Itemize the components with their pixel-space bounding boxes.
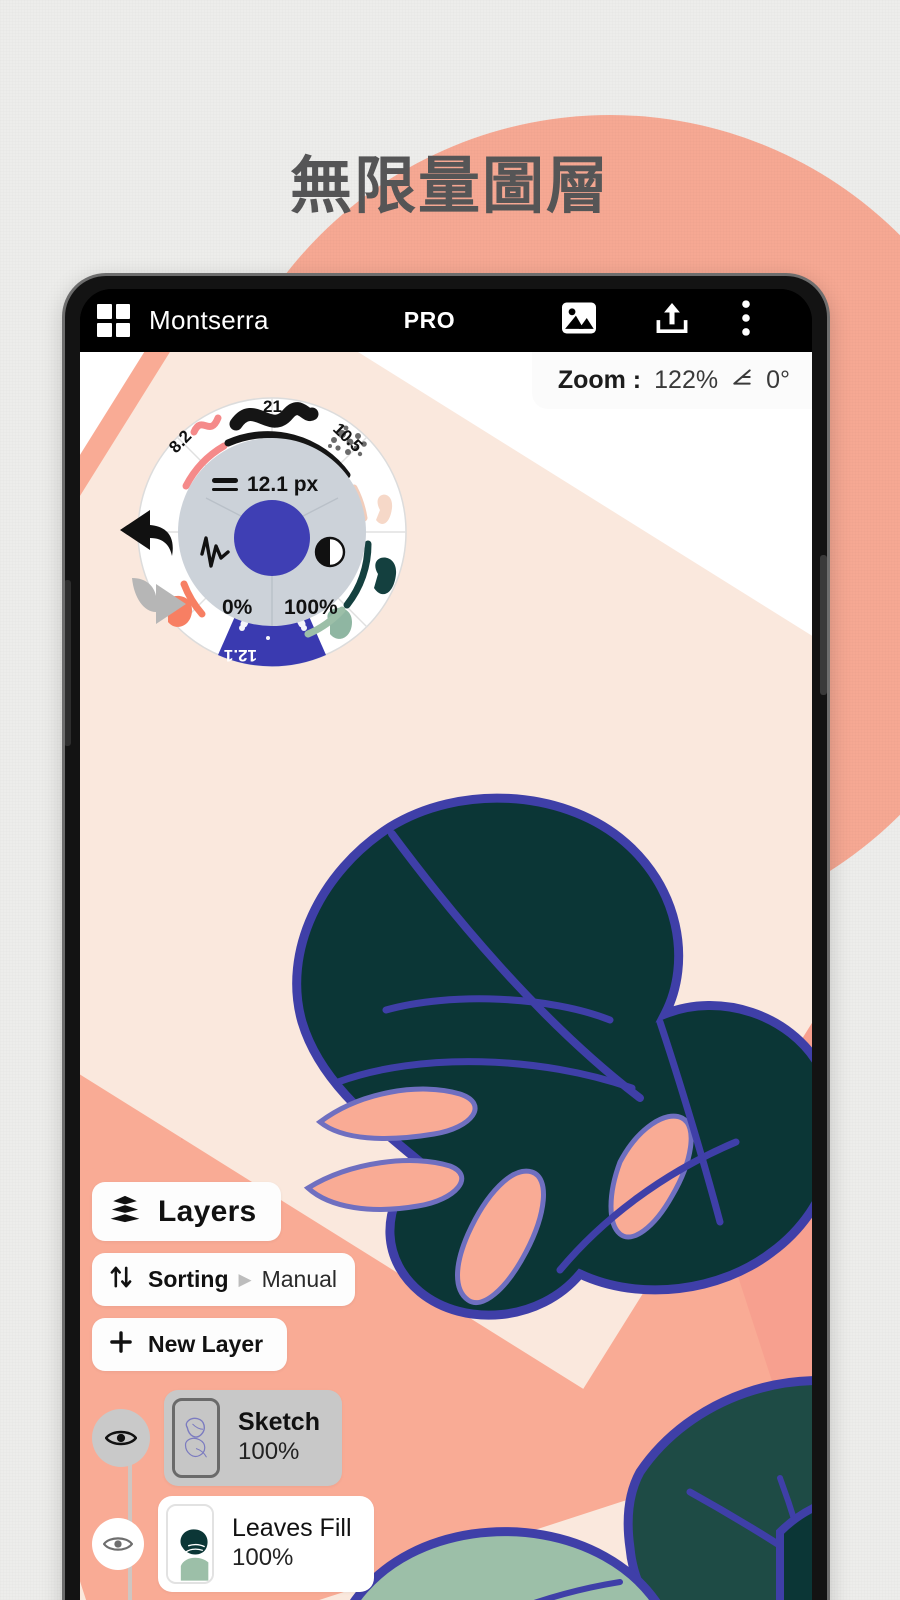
layer-thumbnail	[172, 1397, 220, 1478]
app-toolbar: Montserra PRO	[80, 289, 812, 352]
wheel-label-selected: 12.1	[224, 646, 257, 665]
zoom-value: 122%	[654, 366, 719, 394]
layer-meta: Sketch 100%	[238, 1408, 320, 1468]
grid-menu-icon[interactable]	[97, 304, 130, 337]
brush-wheel[interactable]: 8.2 21 10.5 12.1 12.1 px 0% 100%	[102, 362, 442, 702]
zoom-status-bar[interactable]: Zoom : 122% 0°	[531, 352, 812, 409]
color-swatch-button[interactable]	[234, 500, 310, 576]
layer-card[interactable]: Leaves Fill 100%	[158, 1495, 374, 1592]
layers-panel-header[interactable]: Layers	[92, 1182, 281, 1241]
phone-power-button[interactable]	[820, 555, 827, 695]
layers-panel-title: Layers	[158, 1194, 257, 1228]
zoom-label: Zoom :	[557, 366, 642, 394]
plus-icon	[108, 1329, 134, 1360]
layers-panel: Layers Sorting ▶ Manual New Layer Sketch…	[92, 1182, 412, 1600]
phone-mockup: Montserra PRO Zoom: 122% 0° 8.2 21 10.5…	[62, 273, 830, 1600]
sorting-row[interactable]: Sorting ▶ Manual	[92, 1253, 356, 1306]
sorting-label: Sorting	[148, 1266, 229, 1292]
wheel-label-2: 21	[263, 397, 282, 416]
phone-volume-button[interactable]	[65, 580, 71, 746]
layer-thumbnail	[166, 1503, 214, 1584]
new-layer-label: New Layer	[148, 1331, 264, 1357]
page-title: 無限量圖層	[289, 149, 610, 222]
layer-row[interactable]: Sketch 100%	[92, 1389, 412, 1486]
layer-visibility-toggle[interactable]	[92, 1517, 144, 1570]
rotation-angle-icon	[731, 366, 753, 395]
layer-card[interactable]: Sketch 100%	[164, 1389, 342, 1486]
sorting-value[interactable]: Manual	[262, 1266, 337, 1293]
share-upload-icon[interactable]	[653, 299, 691, 342]
brush-size-label: 12.1 px	[247, 473, 319, 496]
layer-row[interactable]: Leaves Fill 100%	[92, 1495, 412, 1592]
opacity-max-label: 100%	[284, 596, 338, 619]
document-title[interactable]: Montserra	[149, 305, 269, 336]
more-vertical-icon[interactable]	[741, 299, 751, 342]
opacity-min-label: 0%	[222, 596, 253, 619]
new-layer-button[interactable]: New Layer	[92, 1318, 288, 1371]
chevron-right-icon: ▶	[238, 1269, 252, 1289]
pro-badge[interactable]: PRO	[404, 307, 455, 334]
phone-screen: Montserra PRO Zoom: 122% 0° 8.2 21 10.5…	[80, 289, 812, 1600]
layer-name: Leaves Fill	[232, 1513, 352, 1542]
layer-name: Sketch	[238, 1407, 320, 1436]
contrast-icon[interactable]	[314, 536, 346, 568]
layer-visibility-toggle[interactable]	[92, 1408, 150, 1467]
layer-opacity: 100%	[232, 1544, 294, 1572]
layer-meta: Leaves Fill 100%	[232, 1514, 352, 1574]
drawing-canvas[interactable]: Zoom : 122% 0° 8.2 21 10.5 12.1 12.1 px …	[80, 352, 812, 1600]
layer-opacity: 100%	[238, 1438, 300, 1466]
layer-list: Sketch 100% Leaves Fill 100%	[92, 1389, 412, 1600]
layers-stack-icon	[108, 1194, 142, 1229]
image-icon[interactable]	[560, 301, 598, 340]
sort-arrows-icon	[108, 1264, 134, 1295]
zoom-angle-value: 0°	[766, 366, 790, 394]
